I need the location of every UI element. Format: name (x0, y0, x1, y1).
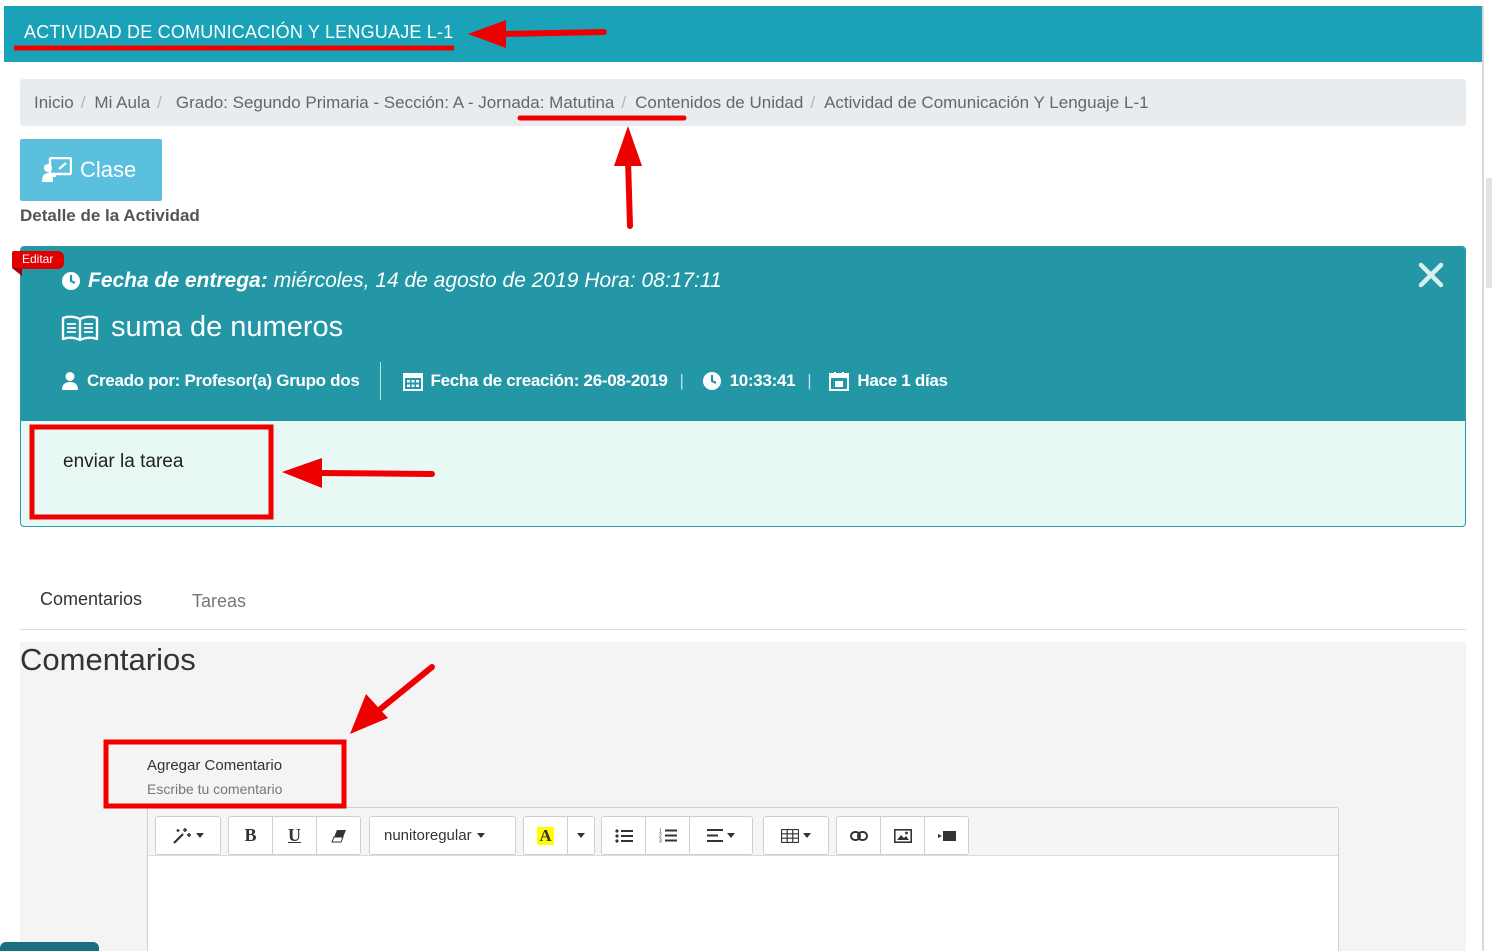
toolbar-group-font: B U (228, 816, 361, 855)
divider: | (807, 371, 812, 390)
align-icon (707, 829, 723, 842)
ordered-list-button[interactable]: 1 2 3 (645, 816, 690, 855)
font-family-dropdown[interactable]: nunitoregular (369, 816, 516, 855)
activity-meta: Creado por: Profesor(a) Grupo dos Fecha … (61, 362, 948, 400)
breadcrumb-mi-aula[interactable]: Mi Aula (94, 93, 150, 113)
bold-icon: B (244, 825, 257, 845)
calendar-day-icon (829, 372, 850, 391)
due-date-value: miércoles, 14 de agosto de 2019 Hora: 08… (273, 269, 722, 292)
toolbar-group-color: A (523, 816, 595, 855)
magic-icon (173, 827, 191, 844)
text-color-icon: A (537, 825, 554, 845)
chevron-down-icon (196, 833, 204, 838)
created-by: Creado por: Profesor(a) Grupo dos (61, 371, 360, 391)
activity-card-header: Fecha de entrega: miércoles, 14 de agost… (21, 247, 1465, 421)
comments-heading: Comentarios (20, 642, 196, 677)
tabs: Comentarios Tareas (20, 580, 1466, 630)
created-time-text: 10:33:41 (729, 371, 796, 390)
created-by-text: Creado por: Profesor(a) Grupo dos (87, 371, 360, 390)
toolbar-group-fontname: nunitoregular (369, 816, 516, 855)
created-date-text: Fecha de creación: 26-08-2019 (430, 371, 668, 390)
toolbar-group-insert (836, 816, 969, 855)
edit-tag-fold (12, 268, 22, 276)
activity-description: enviar la tarea (63, 451, 184, 472)
toolbar-group-style (155, 816, 221, 855)
clock-icon (702, 372, 721, 390)
breadcrumb-separator: / (621, 92, 627, 112)
activity-title: suma de numeros (61, 311, 343, 344)
chevron-down-icon (803, 833, 811, 838)
unordered-list-button[interactable] (601, 816, 646, 855)
open-book-icon (61, 315, 99, 341)
jornada-arrow (625, 157, 633, 229)
breadcrumb: Inicio / Mi Aula / Grado: Segundo Primar… (20, 79, 1466, 126)
text-color-button[interactable]: A (523, 816, 568, 855)
table-icon (781, 828, 799, 843)
divider (379, 362, 381, 400)
user-icon (62, 372, 78, 390)
scrollbar[interactable] (1486, 178, 1492, 288)
toolbar-group-table (763, 816, 829, 855)
eraser-icon (330, 829, 346, 842)
due-date-label: Fecha de entrega: (88, 269, 268, 292)
align-button[interactable] (689, 816, 753, 855)
color-dropdown-button[interactable] (567, 816, 595, 855)
time-ago: Hace 1 días (829, 371, 948, 391)
breadcrumb-contenidos[interactable]: Contenidos de Unidad (635, 93, 803, 113)
magic-button[interactable] (155, 816, 221, 855)
comment-editor[interactable]: B U nunitoregular A 1 2 3 (147, 807, 1339, 951)
activity-title-text: suma de numeros (111, 311, 344, 343)
underline-icon: U (288, 825, 301, 845)
calendar-icon (402, 373, 423, 391)
breadcrumb-grado[interactable]: Grado: Segundo Primaria - Sección: A - J… (176, 93, 614, 113)
eraser-button[interactable] (316, 816, 361, 855)
add-comment-hint: Escribe tu comentario (147, 781, 283, 797)
breadcrumb-inicio[interactable]: Inicio (34, 93, 74, 113)
bold-button[interactable]: B (228, 816, 273, 855)
divider: | (679, 371, 684, 390)
font-family-value: nunitoregular (384, 827, 472, 844)
created-time: 10:33:41 (702, 371, 796, 391)
tab-comentarios[interactable]: Comentarios (40, 589, 142, 610)
video-icon (937, 830, 956, 841)
close-icon[interactable] (1417, 261, 1445, 289)
bottom-tab[interactable] (0, 942, 99, 951)
add-comment-label: Agregar Comentario (147, 757, 283, 774)
link-icon (849, 830, 868, 841)
chevron-down-icon (476, 833, 485, 838)
due-date: Fecha de entrega: miércoles, 14 de agost… (61, 269, 722, 293)
activity-card: Fecha de entrega: miércoles, 14 de agost… (20, 246, 1466, 527)
unordered-list-icon (614, 828, 633, 843)
teacher-board-icon (42, 157, 72, 182)
clase-button-label: Clase (80, 157, 137, 182)
link-button[interactable] (836, 816, 881, 855)
breadcrumb-separator: / (157, 92, 162, 112)
time-ago-text: Hace 1 días (857, 371, 948, 390)
clock-icon (62, 272, 80, 290)
video-button[interactable] (924, 816, 969, 855)
tab-tareas[interactable]: Tareas (192, 591, 246, 612)
picture-button[interactable] (880, 816, 925, 855)
page-title: ACTIVIDAD DE COMUNICACIÓN Y LENGUAJE L-1 (24, 22, 454, 42)
chevron-down-icon (727, 833, 735, 838)
breadcrumb-separator: / (80, 92, 86, 112)
content-border (1482, 6, 1484, 951)
created-date: Fecha de creación: 26-08-2019 (402, 371, 668, 391)
svg-text:3: 3 (659, 839, 662, 844)
header-bar: ACTIVIDAD DE COMUNICACIÓN Y LENGUAJE L-1 (4, 6, 1482, 62)
breadcrumb-actividad: Actividad de Comunicación Y Lenguaje L-1 (824, 92, 1149, 112)
edit-tag[interactable]: Editar (12, 251, 64, 269)
toolbar-group-para: 1 2 3 (601, 816, 753, 855)
breadcrumb-separator: / (810, 92, 816, 112)
clase-button[interactable]: Clase (20, 139, 162, 201)
underline-button[interactable]: U (272, 816, 317, 855)
chevron-down-icon (577, 833, 585, 838)
ordered-list-icon: 1 2 3 (659, 829, 677, 844)
section-title: Detalle de la Actividad (20, 206, 200, 225)
table-button[interactable] (763, 816, 829, 855)
page: { "header": { "title": "ACTIVIDAD DE COM… (0, 0, 1492, 951)
picture-icon (893, 828, 912, 843)
